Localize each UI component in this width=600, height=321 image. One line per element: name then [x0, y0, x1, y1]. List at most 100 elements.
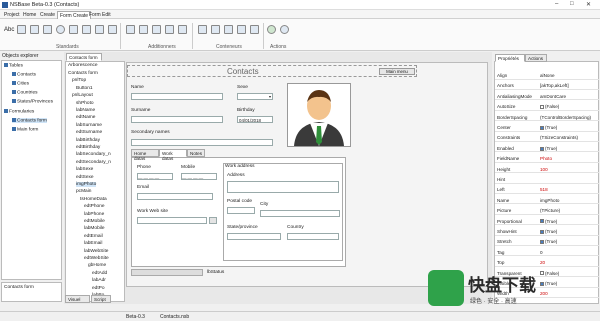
dbnav-tool-icon[interactable]: [139, 25, 148, 34]
shape-tool-icon[interactable]: [152, 25, 161, 34]
component-node[interactable]: labBirthday: [76, 138, 100, 143]
main-menu-button[interactable]: Main menu: [379, 68, 415, 75]
component-node[interactable]: tsHomeData: [80, 197, 107, 202]
property-row[interactable]: ShowHint (True): [495, 228, 599, 236]
property-value[interactable]: alNone: [540, 73, 555, 78]
component-node[interactable]: labMobile: [84, 226, 105, 231]
component-node[interactable]: edtWebSite: [84, 256, 109, 261]
tree-formularies[interactable]: Formularies: [4, 109, 34, 114]
secondary-input[interactable]: [131, 139, 273, 146]
city-select[interactable]: [260, 210, 340, 217]
component-node[interactable]: edtSexe: [76, 175, 94, 180]
component-node[interactable]: edtEmail: [84, 234, 103, 239]
component-node[interactable]: edtSurname: [76, 130, 102, 135]
property-row[interactable]: Stretch (True): [495, 238, 599, 247]
combobox-tool-icon[interactable]: [82, 25, 91, 34]
mobile-input[interactable]: __ __ __ __: [181, 173, 217, 180]
property-value[interactable]: Photo: [540, 156, 552, 161]
grid-tool-icon[interactable]: [126, 25, 135, 34]
close-button[interactable]: ✕: [586, 1, 591, 8]
property-value[interactable]: (TControlBorderSpacing): [540, 115, 591, 120]
component-node[interactable]: edtSecondary_n: [76, 160, 111, 165]
component-node[interactable]: Button1: [76, 86, 93, 91]
component-node[interactable]: imgPhoto: [76, 182, 97, 187]
edit-tool-icon[interactable]: [17, 25, 26, 34]
checkbox-tool-icon[interactable]: [69, 25, 78, 34]
property-row[interactable]: BorderSpacing (TControlBorderSpacing): [495, 114, 599, 122]
checkbox-icon[interactable]: [540, 229, 544, 234]
component-node[interactable]: edtMobile: [84, 219, 105, 224]
property-row[interactable]: Center (True): [495, 124, 599, 132]
tree-item-contacts-form[interactable]: Contacts form: [12, 118, 47, 124]
spin-tool-icon[interactable]: [165, 25, 174, 34]
tree-item-countries[interactable]: Countries: [12, 90, 38, 95]
checkbox-icon[interactable]: [540, 104, 544, 109]
property-value[interactable]: 518: [540, 187, 548, 192]
button-tool-icon[interactable]: [43, 25, 52, 34]
menu-project[interactable]: Project: [2, 11, 22, 19]
label-tool-icon[interactable]: Abc: [4, 27, 14, 33]
component-node[interactable]: edtPhone: [84, 204, 105, 209]
groupbox-tool-icon[interactable]: [211, 25, 220, 34]
property-row[interactable]: Left 518: [495, 186, 599, 195]
tab-work-datas[interactable]: Work datas: [159, 149, 187, 161]
tree-item-states[interactable]: States/Provinces: [12, 99, 53, 104]
property-value[interactable]: 100: [540, 167, 548, 172]
address-input[interactable]: [227, 181, 339, 193]
maximize-button[interactable]: □: [570, 1, 574, 7]
tab-visuel[interactable]: Visuel: [65, 295, 90, 303]
birthday-picker[interactable]: 04/01/2018: [237, 116, 273, 123]
component-node[interactable]: labEmail: [84, 241, 102, 246]
component-node[interactable]: labSexe: [76, 167, 93, 172]
property-row[interactable]: FieldName Photo: [495, 155, 599, 163]
website-input[interactable]: [137, 217, 207, 224]
scrollbox-tool-icon[interactable]: [250, 25, 259, 34]
add-action-icon[interactable]: [267, 25, 276, 34]
surname-input[interactable]: [131, 116, 223, 123]
state-select[interactable]: [227, 233, 281, 240]
component-node[interactable]: gbHome: [88, 263, 106, 268]
component-node[interactable]: edtAdd: [92, 271, 107, 276]
checkbox-icon[interactable]: [540, 219, 544, 224]
image-tool-icon[interactable]: [108, 25, 117, 34]
property-row[interactable]: Name imgPhoto: [495, 197, 599, 205]
db-navigator[interactable]: [131, 269, 203, 276]
tree-item-cities[interactable]: Cities: [12, 81, 29, 86]
property-value[interactable]: (True): [540, 219, 557, 224]
component-node[interactable]: pnlLayout: [72, 93, 93, 98]
property-row[interactable]: AntialiasingMode amDontCare: [495, 93, 599, 101]
property-value[interactable]: (False): [540, 104, 559, 109]
property-value[interactable]: (True): [540, 229, 557, 234]
property-row[interactable]: Anchors [akTop,akLeft]: [495, 82, 599, 91]
listbox-tool-icon[interactable]: [95, 25, 104, 34]
property-row[interactable]: Hint: [495, 176, 599, 184]
property-row[interactable]: Proportional (True): [495, 218, 599, 226]
component-node[interactable]: labName: [76, 108, 95, 113]
menu-home[interactable]: Home: [21, 11, 38, 19]
tab-notes[interactable]: Notes: [187, 149, 205, 157]
tree-tables[interactable]: Tables: [4, 63, 23, 68]
property-row[interactable]: Align alNone: [495, 72, 599, 80]
tab-home-datas[interactable]: Home datas: [131, 149, 159, 161]
pagecontrol-tool-icon[interactable]: [224, 25, 233, 34]
country-select[interactable]: [287, 233, 339, 240]
splitter-tool-icon[interactable]: [237, 25, 246, 34]
property-row[interactable]: Tag 0: [495, 249, 599, 257]
property-row[interactable]: Picture (TPicture): [495, 207, 599, 215]
sexe-select[interactable]: ▾: [237, 93, 273, 100]
property-row[interactable]: AutoSize (False): [495, 103, 599, 111]
property-row[interactable]: Enabled (True): [495, 145, 599, 153]
property-value[interactable]: (True): [540, 125, 557, 130]
property-row[interactable]: Height 100: [495, 166, 599, 174]
menu-form-create[interactable]: Form Create: [57, 11, 92, 19]
component-node[interactable]: labSurname: [76, 123, 102, 128]
settings-action-icon[interactable]: [280, 25, 289, 34]
tab-properties[interactable]: Propriétés: [495, 54, 525, 62]
property-value[interactable]: 0: [540, 250, 543, 255]
date-tool-icon[interactable]: [178, 25, 187, 34]
component-node[interactable]: shPhoto: [76, 101, 94, 106]
component-node[interactable]: labPhone: [84, 212, 104, 217]
property-value[interactable]: imgPhoto: [540, 198, 559, 203]
radio-tool-icon[interactable]: [56, 25, 65, 34]
name-input[interactable]: [131, 93, 223, 100]
